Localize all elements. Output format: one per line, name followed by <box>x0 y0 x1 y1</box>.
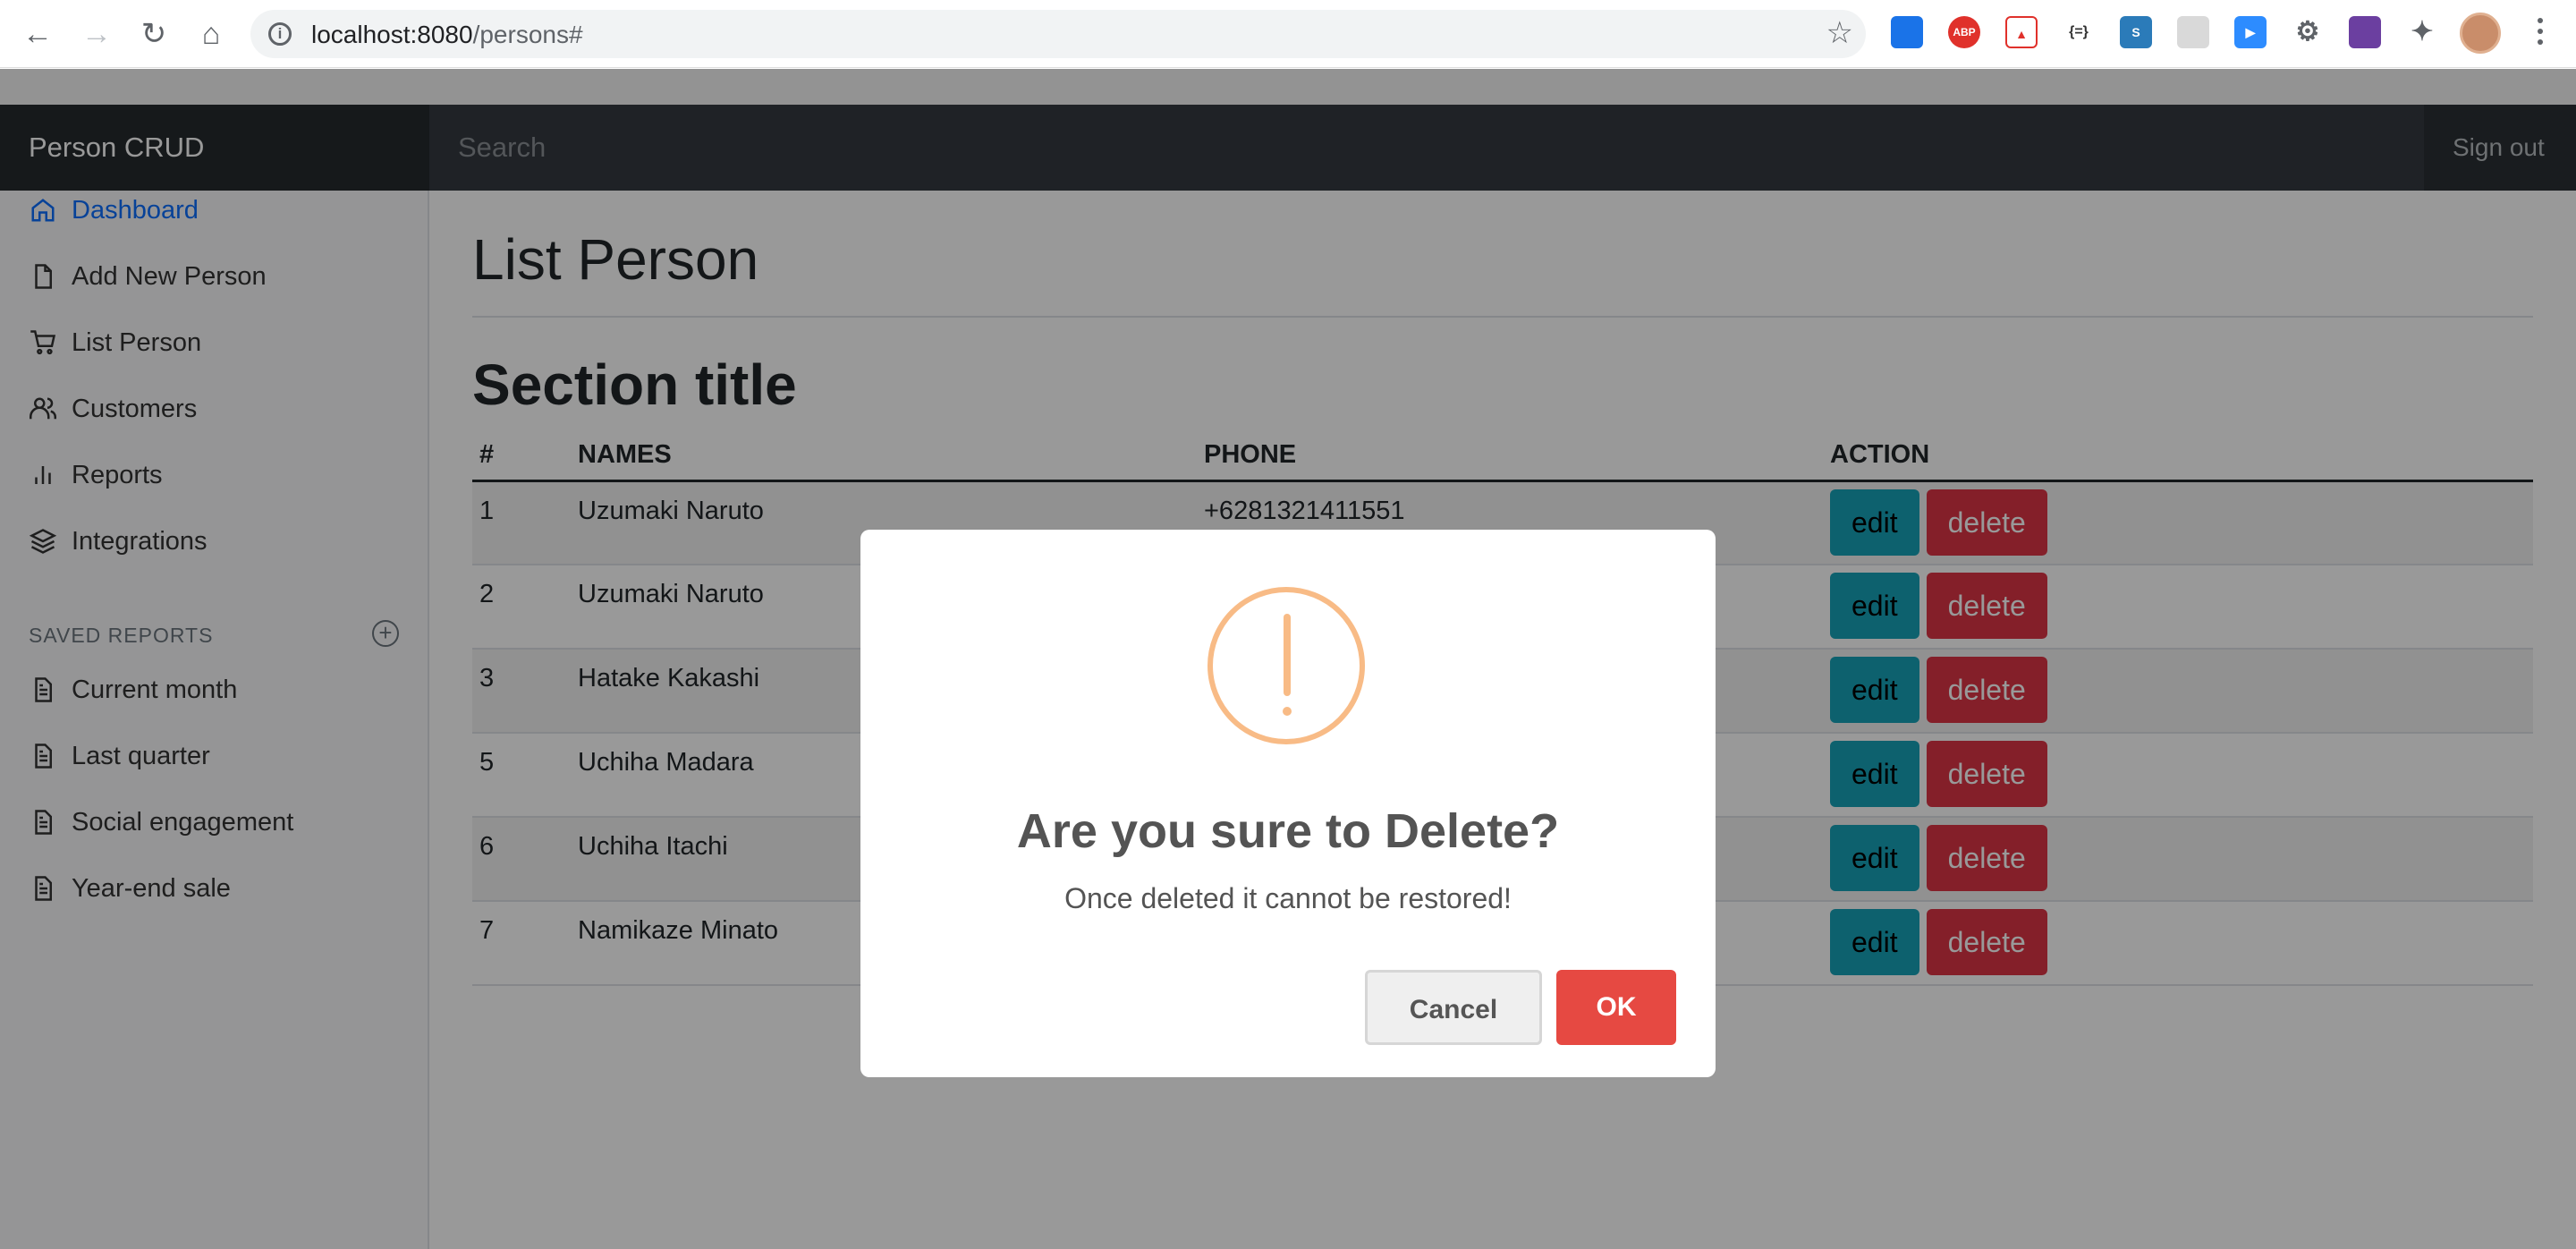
warning-icon-bar <box>1284 614 1291 696</box>
warning-icon-dot <box>1283 707 1292 716</box>
zoom-extension-icon[interactable]: ▶ <box>2234 16 2267 48</box>
cancel-button[interactable]: Cancel <box>1365 970 1542 1045</box>
extension-icon[interactable] <box>2177 16 2209 48</box>
extension-icon[interactable]: ▲ <box>2005 16 2038 48</box>
browser-menu-icon[interactable] <box>2531 13 2549 54</box>
bookmark-star-icon[interactable]: ☆ <box>1826 15 1853 51</box>
adblock-icon[interactable]: ABP <box>1948 16 1980 48</box>
address-bar[interactable]: i localhost:8080/persons# ☆ <box>250 10 1866 58</box>
back-icon[interactable]: ← <box>18 14 57 54</box>
url-path: /persons# <box>472 21 583 48</box>
extension-icon[interactable] <box>2349 16 2381 48</box>
browser-toolbar: ← → ↻ ⌂ i localhost:8080/persons# ☆ ABP … <box>0 0 2576 68</box>
ok-button[interactable]: OK <box>1556 970 1676 1045</box>
settings-extension-icon[interactable]: ⚙ <box>2292 16 2324 48</box>
reload-icon[interactable]: ↻ <box>134 14 174 54</box>
dialog-title: Are you sure to Delete? <box>1016 804 1560 858</box>
avatar[interactable] <box>2460 13 2501 54</box>
info-icon[interactable]: i <box>268 22 292 46</box>
url-text[interactable]: localhost:8080/persons# <box>311 21 583 49</box>
home-nav-icon[interactable]: ⌂ <box>191 14 231 54</box>
json-extension-icon[interactable]: {=} <box>2063 16 2095 48</box>
dialog-text: Once deleted it cannot be restored! <box>1064 882 1512 914</box>
forward-icon[interactable]: → <box>77 14 116 54</box>
warning-icon <box>1208 587 1365 744</box>
puzzle-icon[interactable]: ✦ <box>2406 16 2438 48</box>
extension-icon[interactable]: S <box>2120 16 2152 48</box>
confirm-delete-dialog: Are you sure to Delete? Once deleted it … <box>860 530 1716 1077</box>
url-host: localhost:8080 <box>311 21 473 48</box>
extension-icon[interactable] <box>1891 16 1923 48</box>
